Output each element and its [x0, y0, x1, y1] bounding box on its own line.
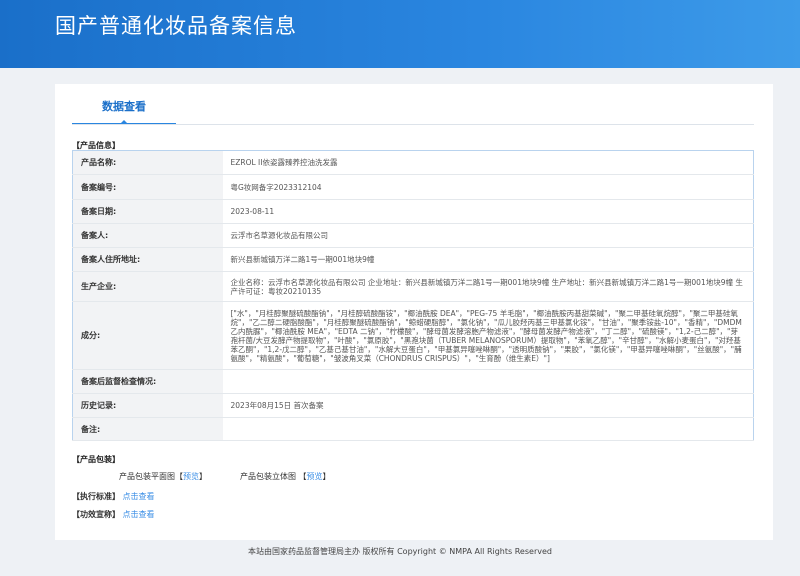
- tab-divider: [72, 124, 754, 125]
- content-panel: 数据查看 【产品信息】 产品名称: EZROL II依姿露臻养控油洗发露 备案编号:…: [55, 84, 773, 540]
- row-value: 粤G妆网备字2023312104: [222, 174, 754, 200]
- bracket: 【: [175, 472, 183, 481]
- row-value: 云浮市名草源化妆品有限公司: [222, 223, 754, 248]
- row-value: [222, 369, 754, 394]
- page-header: 国产普通化妆品备案信息: [0, 0, 800, 68]
- row-label: 产品名称:: [72, 150, 223, 175]
- packaging-solid: 产品包装立体图 【预览】: [240, 471, 331, 482]
- row-value: 企业名称：云浮市名草源化妆品有限公司 企业地址：新兴县新城镇万洋二路1号一期00…: [222, 271, 754, 302]
- row-value: EZROL II依姿露臻养控油洗发露: [222, 150, 754, 175]
- row-label: 备注:: [72, 417, 223, 441]
- efficacy-heading: 【功效宣称】: [72, 510, 120, 519]
- table-row: 生产企业: 企业名称：云浮市名草源化妆品有限公司 企业地址：新兴县新城镇万洋二路1…: [72, 271, 754, 302]
- packaging-flat: 产品包装平面图【预览】: [119, 471, 207, 482]
- row-label: 备案编号:: [72, 174, 223, 200]
- row-value: [222, 417, 754, 441]
- table-row: 产品名称: EZROL II依姿露臻养控油洗发露: [72, 150, 754, 175]
- table-row: 备案人住所地址: 新兴县新城镇万洋二路1号一期001地块9幢: [72, 247, 754, 272]
- efficacy-line: 【功效宣称】 点击查看: [72, 509, 155, 520]
- row-value: 2023-08-11: [222, 199, 754, 224]
- standard-link[interactable]: 点击查看: [123, 492, 155, 501]
- packaging-heading: 【产品包装】: [72, 455, 120, 464]
- standard-line: 【执行标准】 点击查看: [72, 491, 155, 502]
- flat-label: 产品包装平面图: [119, 472, 175, 481]
- table-row: 备案编号: 粤G妆网备字2023312104: [72, 174, 754, 200]
- table-row: 成分: ["水"，"月桂醇聚醚硫酸酯钠"，"月桂醇硫酸酯铵"，"椰油酰胺 DEA"…: [72, 301, 754, 370]
- footer-copyright: 本站由国家药品监督管理局主办 版权所有 Copyright © NMPA All…: [248, 547, 552, 556]
- standard-heading: 【执行标准】: [72, 492, 120, 501]
- row-value: ["水"，"月桂醇聚醚硫酸酯钠"，"月桂醇硫酸酯铵"，"椰油酰胺 DEA"，"P…: [222, 301, 754, 370]
- solid-label: 产品包装立体图: [240, 472, 296, 481]
- bracket: 】: [199, 472, 207, 481]
- table-row: 备案日期: 2023-08-11: [72, 199, 754, 224]
- tab-data-view[interactable]: 数据查看: [72, 99, 176, 125]
- table-row: 备注:: [72, 417, 754, 441]
- row-label: 备案人:: [72, 223, 223, 248]
- row-value: 新兴县新城镇万洋二路1号一期001地块9幢: [222, 247, 754, 272]
- row-label: 备案日期:: [72, 199, 223, 224]
- table-row: 备案后监督检查情况:: [72, 369, 754, 394]
- row-value: 2023年08月15日 首次备案: [222, 393, 754, 418]
- table-row: 备案人: 云浮市名草源化妆品有限公司: [72, 223, 754, 248]
- bracket: 【: [298, 472, 307, 481]
- row-label: 生产企业:: [72, 271, 223, 302]
- bracket: 】: [322, 472, 331, 481]
- table-row: 历史记录: 2023年08月15日 首次备案: [72, 393, 754, 418]
- solid-preview-link[interactable]: 预览: [307, 472, 323, 481]
- efficacy-link[interactable]: 点击查看: [123, 510, 155, 519]
- product-info-table: 产品名称: EZROL II依姿露臻养控油洗发露 备案编号: 粤G妆网备字202331…: [72, 150, 754, 441]
- row-label: 备案人住所地址:: [72, 247, 223, 272]
- row-label: 历史记录:: [72, 393, 223, 418]
- row-label: 成分:: [72, 301, 223, 370]
- row-label: 备案后监督检查情况:: [72, 369, 223, 394]
- page-title: 国产普通化妆品备案信息: [55, 14, 297, 38]
- flat-preview-link[interactable]: 预览: [183, 472, 199, 481]
